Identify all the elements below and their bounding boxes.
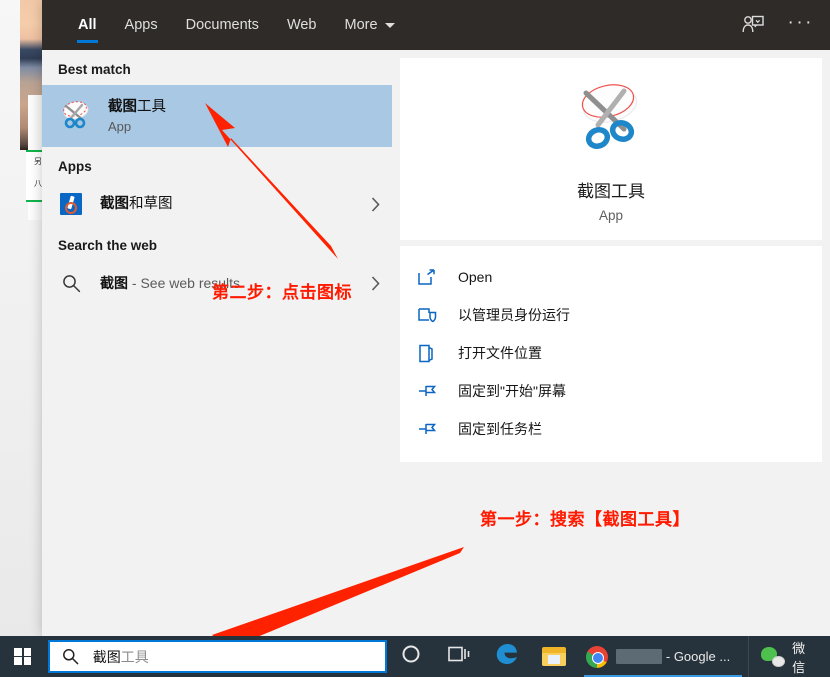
annotation-step-2: 第二步：点击图标 [212,283,352,302]
action-pin-to-taskbar-label: 固定到任务栏 [458,421,542,437]
search-filter-tabs: All Apps Documents Web More [64,0,409,50]
tab-documents-label: Documents [185,17,259,33]
result-title-match: 截图 [108,98,137,115]
action-open-file-location-label: 打开文件位置 [458,345,542,361]
annotation-step-1: 第一步：搜索【截图工具】 [480,510,690,529]
taskbar-edge-button[interactable] [483,636,531,677]
chevron-right-icon[interactable] [358,275,392,291]
cortana-circle-icon [401,644,421,669]
task-view-icon [447,645,471,668]
redacted-text-block [616,649,663,664]
action-open-file-location[interactable]: 打开文件位置 [400,334,822,372]
search-web-heading: Search the web [58,238,158,253]
result-title-match: 截图 [100,195,129,212]
search-suggestion-text: 工具 [120,648,149,665]
file-explorer-icon [542,647,567,666]
search-header: All Apps Documents Web More ··· [42,0,830,50]
chrome-icon [586,645,609,668]
result-text-group: 截图工具 App [108,98,392,135]
result-title-rest: 和草图 [129,195,173,212]
result-text-group: 截图和草图 [100,195,358,214]
search-icon [58,264,84,302]
search-icon [62,648,79,665]
pin-icon [418,383,444,399]
search-typed-text: 截图 [92,648,121,665]
pin-icon [418,421,444,437]
chevron-right-icon[interactable] [358,196,392,212]
tab-all-label: All [78,17,97,33]
detail-app-type: App [598,207,624,223]
green-box-text-1: 另 [34,157,42,166]
tab-documents[interactable]: Documents [172,0,273,50]
taskbar-wechat-window[interactable]: 微信 [748,636,830,677]
tab-web-label: Web [286,17,317,33]
taskbar-wechat-label: 微信 [792,640,806,675]
start-search-flyout: All Apps Documents Web More ··· Best mat… [42,0,830,636]
app-detail-card: 截图工具 App [400,58,822,240]
tab-more-label: More [344,17,378,33]
taskbar-chrome-window[interactable]: - Google ... [578,636,748,677]
search-input-value: 截图工具 [93,647,149,667]
action-open-label: Open [458,269,493,285]
tab-web[interactable]: Web [273,0,331,50]
taskbar-task-view-button[interactable] [435,636,483,677]
action-run-as-admin[interactable]: 以管理员身份运行 [400,296,822,334]
wechat-icon [761,646,786,667]
action-open[interactable]: Open [400,258,822,296]
tab-apps-label: Apps [124,17,158,33]
shield-admin-icon [418,306,444,324]
result-title-rest: 工具 [137,98,166,115]
detail-app-name: 截图工具 [577,181,645,201]
result-best-match-snipping-tool[interactable]: 截图工具 App [42,85,392,147]
detail-column: 截图工具 App Open 以管理员身份运行 打开文件位置 固定到"开始"屏幕 … [392,50,830,636]
web-query: 截图 [100,274,128,291]
taskbar-search-input[interactable]: 截图工具 [47,640,388,673]
folder-open-icon [418,344,444,363]
result-app-snip-and-sketch[interactable]: 截图和草图 [42,182,392,226]
tab-apps[interactable]: Apps [111,0,172,50]
chevron-down-icon [384,22,395,28]
snipping-tool-icon [58,97,96,135]
ellipsis-icon[interactable]: ··· [788,13,814,38]
action-run-as-admin-label: 以管理员身份运行 [458,307,570,323]
best-match-heading: Best match [58,62,131,77]
taskbar-chrome-label: - Google ... [616,649,730,664]
screen: 另 八 All Apps Documents Web More ··· Best… [0,0,830,677]
snipping-tool-icon-large [570,76,652,163]
action-pin-to-start[interactable]: 固定到"开始"屏幕 [400,372,822,410]
tab-more[interactable]: More [331,0,409,50]
results-column: Best match 截图工具 App Apps 截图和草图 Search th… [42,50,392,636]
result-title: 截图和草图 [100,195,358,214]
edge-icon [494,641,520,672]
app-actions-card: Open 以管理员身份运行 打开文件位置 固定到"开始"屏幕 固定到任务栏 [400,246,822,462]
taskbar: 截图工具 - Google ... 微信 [0,636,830,677]
snip-and-sketch-icon [58,191,84,217]
windows-start-icon[interactable] [0,636,46,677]
open-window-icon [418,268,444,286]
account-person-icon[interactable] [742,15,764,35]
action-pin-to-taskbar[interactable]: 固定到任务栏 [400,410,822,448]
taskbar-file-explorer-button[interactable] [531,636,579,677]
result-subtitle: App [108,118,132,134]
green-box-text-2: 八 [34,179,42,188]
taskbar-cortana-button[interactable] [387,636,435,677]
tab-all[interactable]: All [64,0,111,50]
taskbar-chrome-title: - Google ... [662,649,731,664]
header-right-controls: ··· [742,0,814,50]
apps-heading: Apps [58,159,92,174]
result-title: 截图工具 [108,98,392,117]
action-pin-to-start-label: 固定到"开始"屏幕 [458,383,566,399]
